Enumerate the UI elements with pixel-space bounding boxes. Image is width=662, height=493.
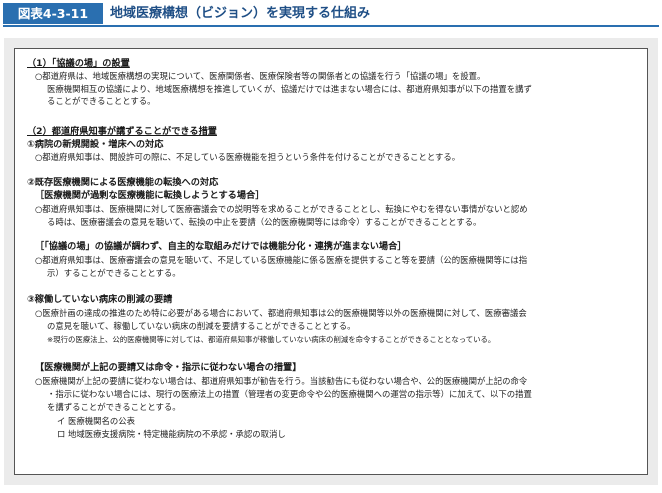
item-4-title: 【医療機関が上記の要請又は命令・指示に従わない場合の措置】 bbox=[35, 362, 302, 373]
section-1-paragraph-1: ○都道府県は、地域医療構想の実現について、医療関係者、医療保険者等の関係者との協… bbox=[35, 71, 486, 81]
item-3-note: ※現行の医療法上、公的医療機関等に対しては、都道府県知事が稼働していない病床の削… bbox=[47, 335, 496, 344]
section-1-paragraph-2b: ることができることとする。 bbox=[47, 96, 156, 106]
item-2-subheading-2: ［「協議の場」の協議が調わず、自主的な取組みだけでは機能分化・連携が進まない場合… bbox=[35, 241, 407, 252]
header-rule bbox=[3, 25, 659, 27]
item-3-paragraph-a: ○医療計画の達成の推進のため特に必要がある場合において、都道府県知事は公的医療機… bbox=[35, 308, 527, 318]
item-4-paragraph-b: ・指示に従わない場合には、現行の医療法上の措置（管理者の変更命令や公的医療機関へ… bbox=[47, 389, 532, 399]
item-2-paragraph-1b: る時は、医療審議会の意見を聴いて、転換の中止を要請（公的医療機関等には命令）する… bbox=[47, 217, 482, 227]
item-2-paragraph-2b: 示）することができることとする。 bbox=[47, 268, 181, 278]
item-3-title: ③稼働していない病床の削減の要請 bbox=[27, 294, 173, 305]
item-3-paragraph-b: の意見を聴いて、稼働していない病床の削減を要請することができることとする。 bbox=[47, 321, 356, 331]
item-2-paragraph-2a: ○都道府県知事は、医療審議会の意見を聴いて、不足している医療機能に係る医療を提供… bbox=[35, 255, 528, 265]
item-2-title: ②既存医療機関による医療機能の転換への対応 bbox=[27, 177, 219, 188]
item-4-list-item-1: イ 医療機関名の公表 bbox=[57, 416, 136, 426]
section-1-heading: （1）「協議の場」の設置 bbox=[27, 58, 130, 69]
figure-title: 地域医療構想（ビジョン）を実現する仕組み bbox=[110, 6, 371, 21]
item-4-paragraph-a: ○医療機関が上記の要請に従わない場合は、都道府県知事が勧告を行う。当該勧告にも従… bbox=[35, 376, 528, 386]
item-1-title: ①病院の新規開設・増床への対応 bbox=[27, 139, 164, 150]
item-2-paragraph-1a: ○都道府県知事は、医療機関に対して医療審議会での説明等を求めることができることと… bbox=[35, 204, 528, 214]
item-1-paragraph: ○都道府県知事は、開設許可の際に、不足している医療機能を担うという条件を付けるこ… bbox=[35, 152, 461, 162]
item-4-list-item-2: ロ 地域医療支援病院・特定機能病院の不承認・承認の取消し bbox=[57, 429, 286, 439]
figure-label: 図表4-3-11 bbox=[3, 3, 103, 24]
item-4-paragraph-c: を講ずることができることとする。 bbox=[47, 402, 181, 412]
section-1-paragraph-2a: 医療機関相互の協議により、地域医療構想を推進していくが、協議だけでは進まない場合… bbox=[47, 84, 532, 94]
content-panel: （1）「協議の場」の設置 ○都道府県は、地域医療構想の実現について、医療関係者、… bbox=[4, 38, 658, 485]
item-2-subheading-1: ［医療機関が過剰な医療機能に転換しようとする場合］ bbox=[35, 190, 265, 201]
section-2-heading: （2）都道府県知事が講ずることができる措置 bbox=[27, 126, 217, 137]
content-box: （1）「協議の場」の設置 ○都道府県は、地域医療構想の実現について、医療関係者、… bbox=[14, 48, 648, 475]
figure-header: 図表4-3-11 地域医療構想（ビジョン）を実現する仕組み bbox=[0, 0, 662, 27]
